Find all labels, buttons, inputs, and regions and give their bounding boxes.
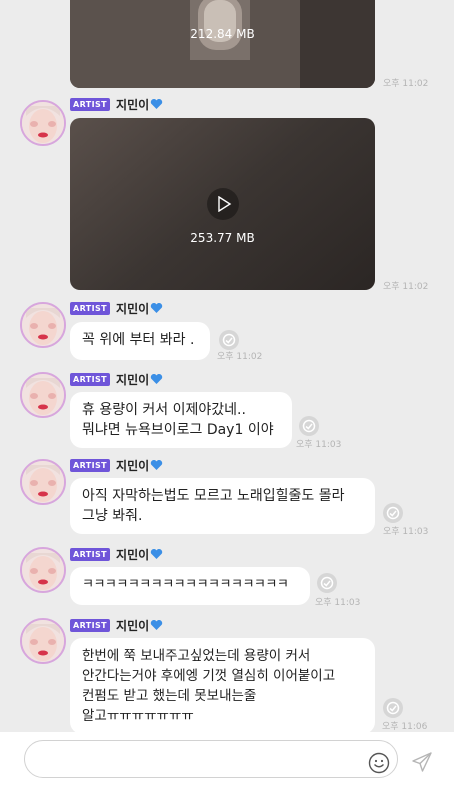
- message-time: 오후 11:03: [315, 598, 361, 608]
- sender-row: ARTIST 지민이: [70, 546, 163, 562]
- avatar-image: [22, 304, 64, 346]
- sender-row: ARTIST 지민이: [70, 371, 163, 387]
- message-line: 아직 자막하는법도 모르고 노래입힐줄도 몰라: [82, 488, 345, 504]
- message-bubble[interactable]: 한번에 쭉 보내주고싶었는데 용량이 커서 안간다는거야 후에엥 기껏 열심히 …: [70, 638, 375, 734]
- video-thumbnail: [70, 0, 375, 88]
- video-message[interactable]: 253.77 MB: [70, 118, 375, 290]
- message-line: 컨펌도 받고 했는데 못보내는줄: [82, 688, 257, 704]
- read-status-icon: [383, 503, 403, 523]
- heart-icon: [150, 548, 163, 559]
- avatar-image: [22, 620, 64, 662]
- avatar[interactable]: [20, 459, 66, 505]
- message-time: 오후 11:02: [383, 79, 429, 89]
- message-time: 오후 11:02: [217, 352, 263, 362]
- avatar-image: [22, 549, 64, 591]
- sender-name: 지민이: [116, 97, 150, 112]
- sender-row: ARTIST 지민이: [70, 457, 163, 473]
- sender-row: ARTIST 지민이: [70, 96, 163, 112]
- sender-name: 지민이: [116, 301, 150, 316]
- video-message[interactable]: 212.84 MB: [70, 0, 375, 88]
- avatar[interactable]: [20, 618, 66, 664]
- sender-name: 지민이: [116, 547, 150, 562]
- heart-icon: [150, 373, 163, 384]
- avatar[interactable]: [20, 100, 66, 146]
- sender-name: 지민이: [116, 458, 150, 473]
- video-file-size: 253.77 MB: [190, 231, 255, 245]
- message-time: 오후 11:03: [296, 440, 342, 450]
- message-line: 안간다는거야 후에엥 기껏 열심히 이어붙이고: [82, 668, 336, 684]
- emoji-icon[interactable]: [368, 752, 390, 774]
- message-line: 뭐냐면 뉴욕브이로그 Day1 이야: [82, 422, 274, 438]
- artist-badge: ARTIST: [70, 547, 111, 561]
- artist-badge: ARTIST: [70, 618, 111, 632]
- message-time: 오후 11:02: [383, 282, 429, 292]
- artist-badge: ARTIST: [70, 301, 111, 315]
- message-time: 오후 11:03: [383, 527, 429, 537]
- message-line: 꼭 위에 부터 봐라 .: [82, 332, 195, 348]
- avatar[interactable]: [20, 547, 66, 593]
- sender-name: 지민이: [116, 372, 150, 387]
- heart-icon: [150, 98, 163, 109]
- chat-thread: 212.84 MB 오후 11:02 ARTIST 지민이 253.77 MB …: [0, 0, 454, 734]
- avatar-image: [22, 461, 64, 503]
- avatar-image: [22, 374, 64, 416]
- avatar[interactable]: [20, 372, 66, 418]
- play-icon: [217, 196, 231, 212]
- artist-badge: ARTIST: [70, 458, 111, 472]
- artist-badge: ARTIST: [70, 97, 111, 111]
- read-status-icon: [219, 330, 239, 350]
- read-status-icon: [383, 698, 403, 718]
- artist-badge: ARTIST: [70, 372, 111, 386]
- message-line: 한번에 쭉 보내주고싶었는데 용량이 커서: [82, 648, 311, 664]
- message-line: 그냥 봐줘.: [82, 508, 143, 524]
- play-button[interactable]: [206, 188, 239, 220]
- video-file-size: 212.84 MB: [190, 27, 255, 41]
- sender-row: ARTIST 지민이: [70, 300, 163, 316]
- message-bubble[interactable]: 꼭 위에 부터 봐라 .: [70, 322, 210, 360]
- message-time: 오후 11:06: [382, 722, 428, 732]
- avatar-image: [22, 102, 64, 144]
- message-line: 알고ㅠㅠㅠㅠㅠㅠㅠ: [82, 708, 194, 724]
- sender-row: ARTIST 지민이: [70, 617, 163, 633]
- message-input-field[interactable]: [24, 740, 398, 778]
- read-status-icon: [299, 416, 319, 436]
- sender-name: 지민이: [116, 618, 150, 633]
- message-bubble[interactable]: ㅋㅋㅋㅋㅋㅋㅋㅋㅋㅋㅋㅋㅋㅋㅋㅋㅋㅋ: [70, 567, 310, 605]
- heart-icon: [150, 619, 163, 630]
- heart-icon: [150, 302, 163, 313]
- message-input[interactable]: [39, 749, 363, 771]
- message-line: ㅋㅋㅋㅋㅋㅋㅋㅋㅋㅋㅋㅋㅋㅋㅋㅋㅋㅋ: [82, 577, 289, 592]
- message-bubble[interactable]: 아직 자막하는법도 모르고 노래입힐줄도 몰라 그냥 봐줘.: [70, 478, 375, 534]
- heart-icon: [150, 459, 163, 470]
- read-status-icon: [317, 573, 337, 593]
- send-icon[interactable]: [410, 750, 434, 774]
- message-line: 휴 용량이 커서 이제야갔네..: [82, 402, 246, 418]
- avatar[interactable]: [20, 302, 66, 348]
- message-bubble[interactable]: 휴 용량이 커서 이제야갔네.. 뭐냐면 뉴욕브이로그 Day1 이야: [70, 392, 292, 448]
